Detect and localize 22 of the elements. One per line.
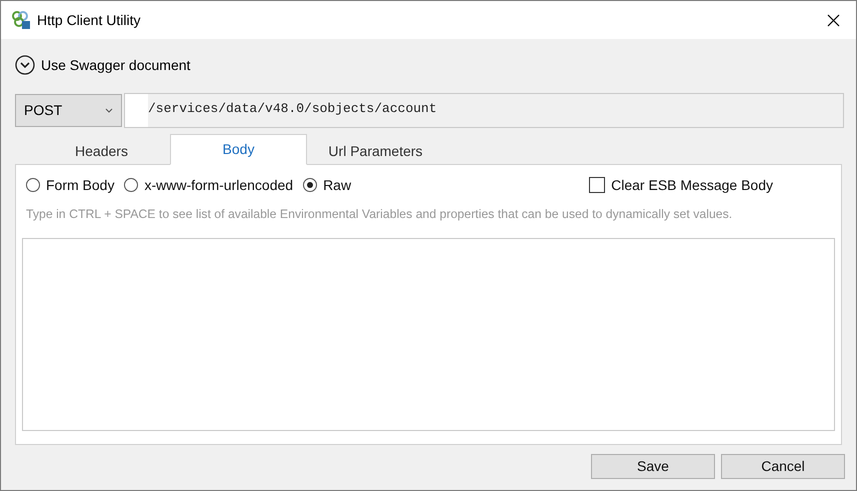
radio-button[interactable] bbox=[303, 178, 318, 192]
radio-label: Raw bbox=[323, 176, 352, 194]
close-icon[interactable] bbox=[827, 14, 840, 26]
radio-label: Form Body bbox=[46, 176, 114, 195]
radio-label: x-www-form-urlencoded bbox=[144, 176, 294, 194]
swagger-label: Use Swagger document bbox=[41, 56, 190, 75]
checkbox-label: Clear ESB Message Body bbox=[611, 176, 773, 195]
checkbox[interactable] bbox=[589, 177, 606, 193]
dialog-button[interactable]: Save bbox=[591, 454, 715, 479]
tab[interactable]: Body bbox=[170, 134, 307, 165]
caret-icon bbox=[105, 108, 113, 113]
hint-text: Type in CTRL + SPACE to see list of available Environmental Variables and properties that can be used to dynamically set values. bbox=[26, 206, 732, 223]
radio-button[interactable] bbox=[124, 178, 138, 192]
method-dropdown[interactable]: POST bbox=[15, 94, 122, 127]
expand-icon[interactable] bbox=[15, 55, 35, 75]
app-icon bbox=[11, 10, 31, 30]
tab[interactable]: Headers bbox=[33, 137, 170, 165]
radio-button[interactable] bbox=[26, 178, 40, 192]
tab[interactable]: Url Parameters bbox=[307, 137, 444, 165]
window-title: Http Client Utility bbox=[37, 10, 140, 30]
url-field[interactable]: /services/data/v48.0/sobjects/account bbox=[124, 93, 844, 128]
dialog-button[interactable]: Cancel bbox=[721, 454, 845, 479]
